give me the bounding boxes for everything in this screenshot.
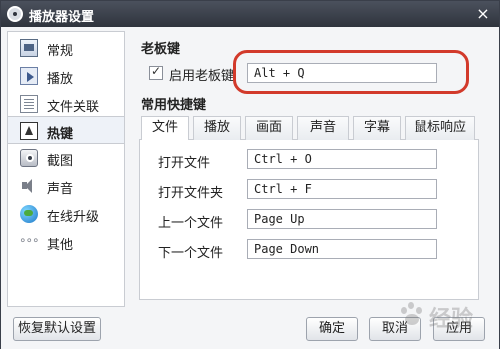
sidebar-item-label: 声音 (47, 182, 74, 197)
sidebar-item-label: 常规 (47, 44, 74, 59)
camera-icon (20, 149, 38, 167)
restore-defaults-button[interactable]: 恢复默认设置 (13, 317, 101, 341)
open-folder-label: 打开文件夹 (158, 186, 224, 201)
sidebar-item-label: 文件关联 (47, 100, 100, 115)
open-file-label: 打开文件 (158, 156, 211, 171)
open-file-shortcut-input[interactable]: Ctrl + O (247, 149, 437, 169)
sidebar-item-general[interactable]: 常规 (8, 34, 124, 62)
shortcut-tabs: 文件 播放 画面 声音 字幕 鼠标响应 (139, 116, 479, 141)
tab-picture[interactable]: 画面 (245, 116, 293, 140)
sidebar-item-label: 截图 (47, 154, 74, 169)
film-reel-icon (7, 6, 23, 22)
hotkey-icon (20, 122, 38, 140)
close-button[interactable]: × (473, 4, 493, 24)
sidebar-item-label: 热键 (47, 127, 74, 142)
sidebar-item-sound[interactable]: 声音 (8, 172, 124, 200)
enable-boss-key-checkbox[interactable] (149, 64, 163, 80)
ok-button[interactable]: 确定 (306, 317, 358, 341)
next-file-label: 下一个文件 (158, 246, 224, 261)
general-icon (20, 39, 38, 57)
watermark: 经验 (399, 297, 495, 339)
speaker-icon (20, 177, 38, 195)
sidebar-item-label: 在线升级 (47, 210, 100, 225)
previous-file-label: 上一个文件 (158, 216, 224, 231)
play-icon (20, 67, 38, 85)
enable-boss-key-label: 启用老板键 (169, 69, 235, 84)
sidebar-item-screenshot[interactable]: 截图 (8, 144, 124, 172)
sidebar-item-file-association[interactable]: 文件关联 (8, 90, 124, 118)
previous-file-shortcut-input[interactable]: Page Up (247, 209, 437, 229)
settings-sidebar: 常规 播放 文件关联 热键 截图 声音 在线升级 其他 (7, 31, 125, 307)
tab-subtitle[interactable]: 字幕 (353, 116, 401, 140)
next-file-shortcut-input[interactable]: Page Down (247, 239, 437, 259)
window-title: 播放器设置 (29, 10, 95, 25)
tab-play[interactable]: 播放 (193, 116, 241, 140)
tab-file[interactable]: 文件 (141, 116, 189, 141)
sidebar-item-play[interactable]: 播放 (8, 62, 124, 90)
settings-window: 播放器设置 × 常规 播放 文件关联 热键 截图 声音 在线升级 ∘∘∘ 其他 … (0, 0, 500, 349)
open-folder-shortcut-input[interactable]: Ctrl + F (247, 179, 437, 199)
file-association-icon (20, 95, 38, 113)
watermark-text: 经验 (429, 307, 474, 332)
more-icon (19, 233, 39, 251)
title-bar[interactable]: 播放器设置 × (1, 1, 499, 27)
globe-icon (20, 205, 38, 223)
sidebar-item-hotkey[interactable]: 热键 (8, 116, 124, 144)
paw-logo-icon (399, 301, 425, 327)
tab-sound[interactable]: 声音 (297, 116, 349, 140)
sidebar-item-other[interactable]: 其他 (8, 228, 124, 256)
sidebar-item-label: 其他 (47, 238, 74, 253)
red-highlight-annotation (233, 50, 469, 94)
sidebar-item-label: 播放 (47, 72, 74, 87)
sidebar-item-online-update[interactable]: 在线升级 (8, 200, 124, 228)
boss-key-section-title: 老板键 (141, 42, 181, 57)
tab-mouse[interactable]: 鼠标响应 (405, 116, 475, 140)
shortcuts-section-title: 常用快捷键 (141, 98, 207, 113)
